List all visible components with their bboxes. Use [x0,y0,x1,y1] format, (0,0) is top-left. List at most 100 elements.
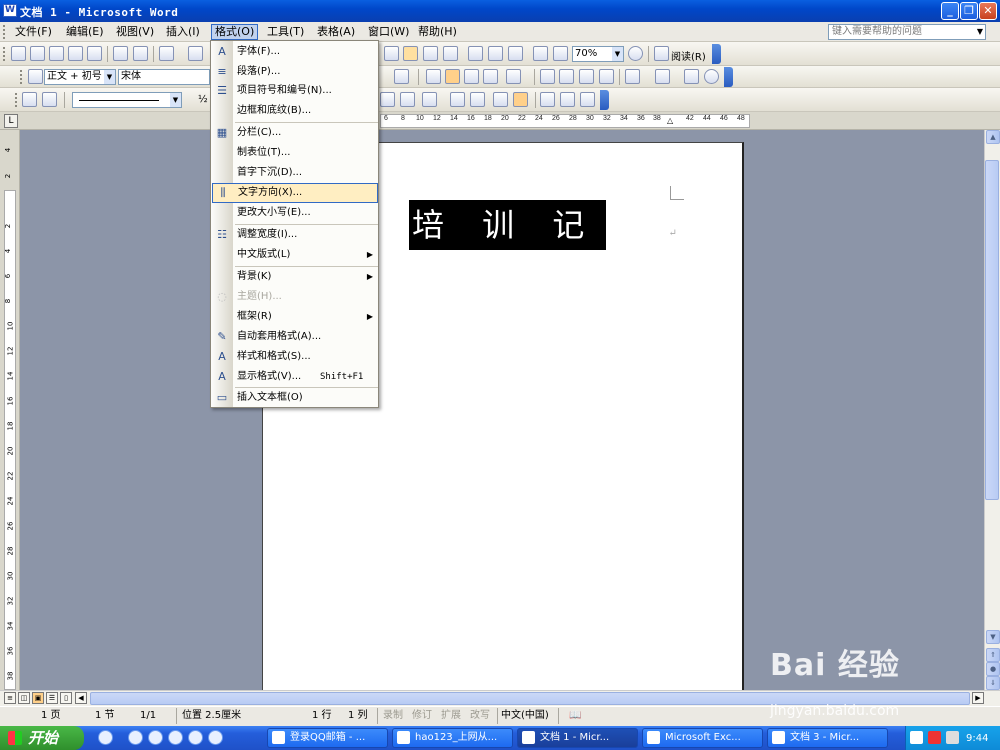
select-browse-object-icon[interactable]: ● [986,662,1000,676]
permission-icon[interactable] [68,46,83,61]
align-center-icon[interactable] [445,69,460,84]
menu-help[interactable]: 帮助(H) [415,24,460,40]
taskbar-item-active[interactable]: 文档 1 - Micr... [517,728,638,748]
outline-view-icon[interactable]: ☰ [46,692,58,704]
quicklaunch-icon[interactable] [188,730,203,745]
menu-file[interactable]: 文件(F) [12,24,55,40]
scroll-up-icon[interactable]: ▲ [986,130,1000,144]
help-icon[interactable] [628,46,643,61]
decrease-indent-icon[interactable] [579,69,594,84]
chevron-down-icon[interactable]: ▼ [977,25,983,39]
menu-item-columns[interactable]: ▦ 分栏(C)... [212,123,378,143]
table-autoformat-icon[interactable] [493,92,508,107]
menu-item-text-direction[interactable]: ⫼ 文字方向(X)... [212,183,378,203]
justify-icon[interactable] [483,69,498,84]
bullets-icon[interactable] [559,69,574,84]
print-layout-icon[interactable]: ▣ [32,692,44,704]
distribute-rows-icon[interactable] [450,92,465,107]
paragraph-mark-icon[interactable] [553,46,568,61]
scroll-down-icon[interactable]: ▼ [986,630,1000,644]
taskbar-item[interactable]: hao123_上网从... [392,728,513,748]
menu-item-drop-cap[interactable]: 首字下沉(D)... [212,163,378,183]
split-cells-icon[interactable] [400,92,415,107]
toolbar-options-icon[interactable] [712,44,721,64]
menu-item-background[interactable]: 背景(K) ▶ [212,267,378,287]
align-left-icon[interactable] [426,69,441,84]
menu-insert[interactable]: 插入(I) [163,24,203,40]
right-indent-marker-icon[interactable]: △ [667,116,673,125]
taskbar-item[interactable]: 文档 3 - Micr... [767,728,888,748]
open-folder-icon[interactable] [30,46,45,61]
taskbar-clock[interactable]: 9:44 [966,733,988,744]
status-extend[interactable]: 扩展 [441,709,461,723]
scroll-left-icon[interactable]: ◀ [75,692,87,704]
read-mode-button[interactable]: 阅读(R) [671,48,706,63]
zoom-combo[interactable]: 70% ▼ [572,46,624,62]
menu-item-asian-layout[interactable]: 中文版式(L) ▶ [212,245,378,265]
align-cell-icon[interactable] [422,92,437,107]
align-right-icon[interactable] [464,69,479,84]
restore-button[interactable]: ❐ [960,2,978,20]
show-gridlines-icon[interactable] [513,92,528,107]
menu-item-bullets-numbering[interactable]: ☰ 项目符号和编号(N)... [212,81,378,101]
tray-icon[interactable] [910,731,923,744]
excel-icon[interactable] [443,46,458,61]
document-map-icon[interactable] [403,46,418,61]
menu-format[interactable]: 格式(O) [211,24,259,40]
print-preview-icon[interactable] [133,46,148,61]
taskbar-item[interactable]: Microsoft Exc... [642,728,763,748]
scroll-right-icon[interactable]: ▶ [972,692,984,704]
toolbar-grip[interactable] [15,93,19,107]
eraser-icon[interactable] [42,92,57,107]
menu-item-borders-shading[interactable]: 边框和底纹(B)... [212,101,378,121]
chevron-down-icon[interactable]: ▼ [170,93,181,107]
volume-icon[interactable] [946,731,959,744]
research-icon[interactable] [533,46,548,61]
font-color-icon[interactable] [655,69,670,84]
next-page-icon[interactable]: ⇓ [986,676,1000,690]
traditional-chinese-icon[interactable] [159,46,174,61]
status-overtype[interactable]: 改写 [470,709,490,723]
chevron-down-icon[interactable]: ▼ [612,47,623,61]
toolbar-options-icon[interactable] [724,67,733,87]
numbering-icon[interactable] [540,69,555,84]
help-search-input[interactable]: 键入需要帮助的问题 ▼ [828,24,986,40]
menu-item-font[interactable]: A 字体(F)... [212,42,378,62]
quicklaunch-icon[interactable] [208,730,223,745]
print-icon[interactable] [113,46,128,61]
menu-tools[interactable]: 工具(T) [264,24,307,40]
increase-indent-icon[interactable] [599,69,614,84]
quicklaunch-icon[interactable] [168,730,183,745]
spell-check-icon[interactable] [188,46,203,61]
status-record[interactable]: 录制 [383,709,403,723]
menu-table[interactable]: 表格(A) [314,24,358,40]
distribute-columns-icon[interactable] [470,92,485,107]
taskbar-item[interactable]: 登录QQ邮箱 - ... [267,728,388,748]
menu-item-autoformat[interactable]: ✎ 自动套用格式(A)... [212,327,378,347]
chevron-down-icon[interactable]: ▼ [104,70,115,84]
merge-cells-icon[interactable] [380,92,395,107]
menu-item-frames[interactable]: 框架(R) ▶ [212,307,378,327]
menu-item-styles-formatting[interactable]: A 样式和格式(S)... [212,347,378,367]
enclose-characters-icon[interactable] [704,69,719,84]
tab-selector-icon[interactable]: L [4,114,18,128]
line-spacing-icon[interactable] [506,69,521,84]
line-weight-label[interactable]: ½ [198,94,208,105]
autosum-icon[interactable] [580,92,595,107]
highlight-icon[interactable] [625,69,640,84]
read-mode-icon[interactable] [654,46,669,61]
document-title-text[interactable]: 培 训 记 录↵ [409,200,677,250]
menu-item-change-case[interactable]: 更改大小写(E)... [212,203,378,223]
line-style-combo[interactable]: ▼ [72,92,182,108]
sort-descending-icon[interactable] [560,92,575,107]
sort-ascending-icon[interactable] [540,92,555,107]
menu-item-paragraph[interactable]: ≡ 段落(P)... [212,62,378,82]
web-layout-icon[interactable]: ◫ [18,692,30,704]
menu-item-fit-width[interactable]: ☷ 调整宽度(I)... [212,225,378,245]
menubar-grip[interactable] [3,25,7,39]
ie-icon[interactable] [128,730,143,745]
reading-layout-icon[interactable]: ▯ [60,692,72,704]
previous-page-icon[interactable]: ⇑ [986,648,1000,662]
toolbar-grip[interactable] [20,70,24,84]
character-shading-icon[interactable] [394,69,409,84]
